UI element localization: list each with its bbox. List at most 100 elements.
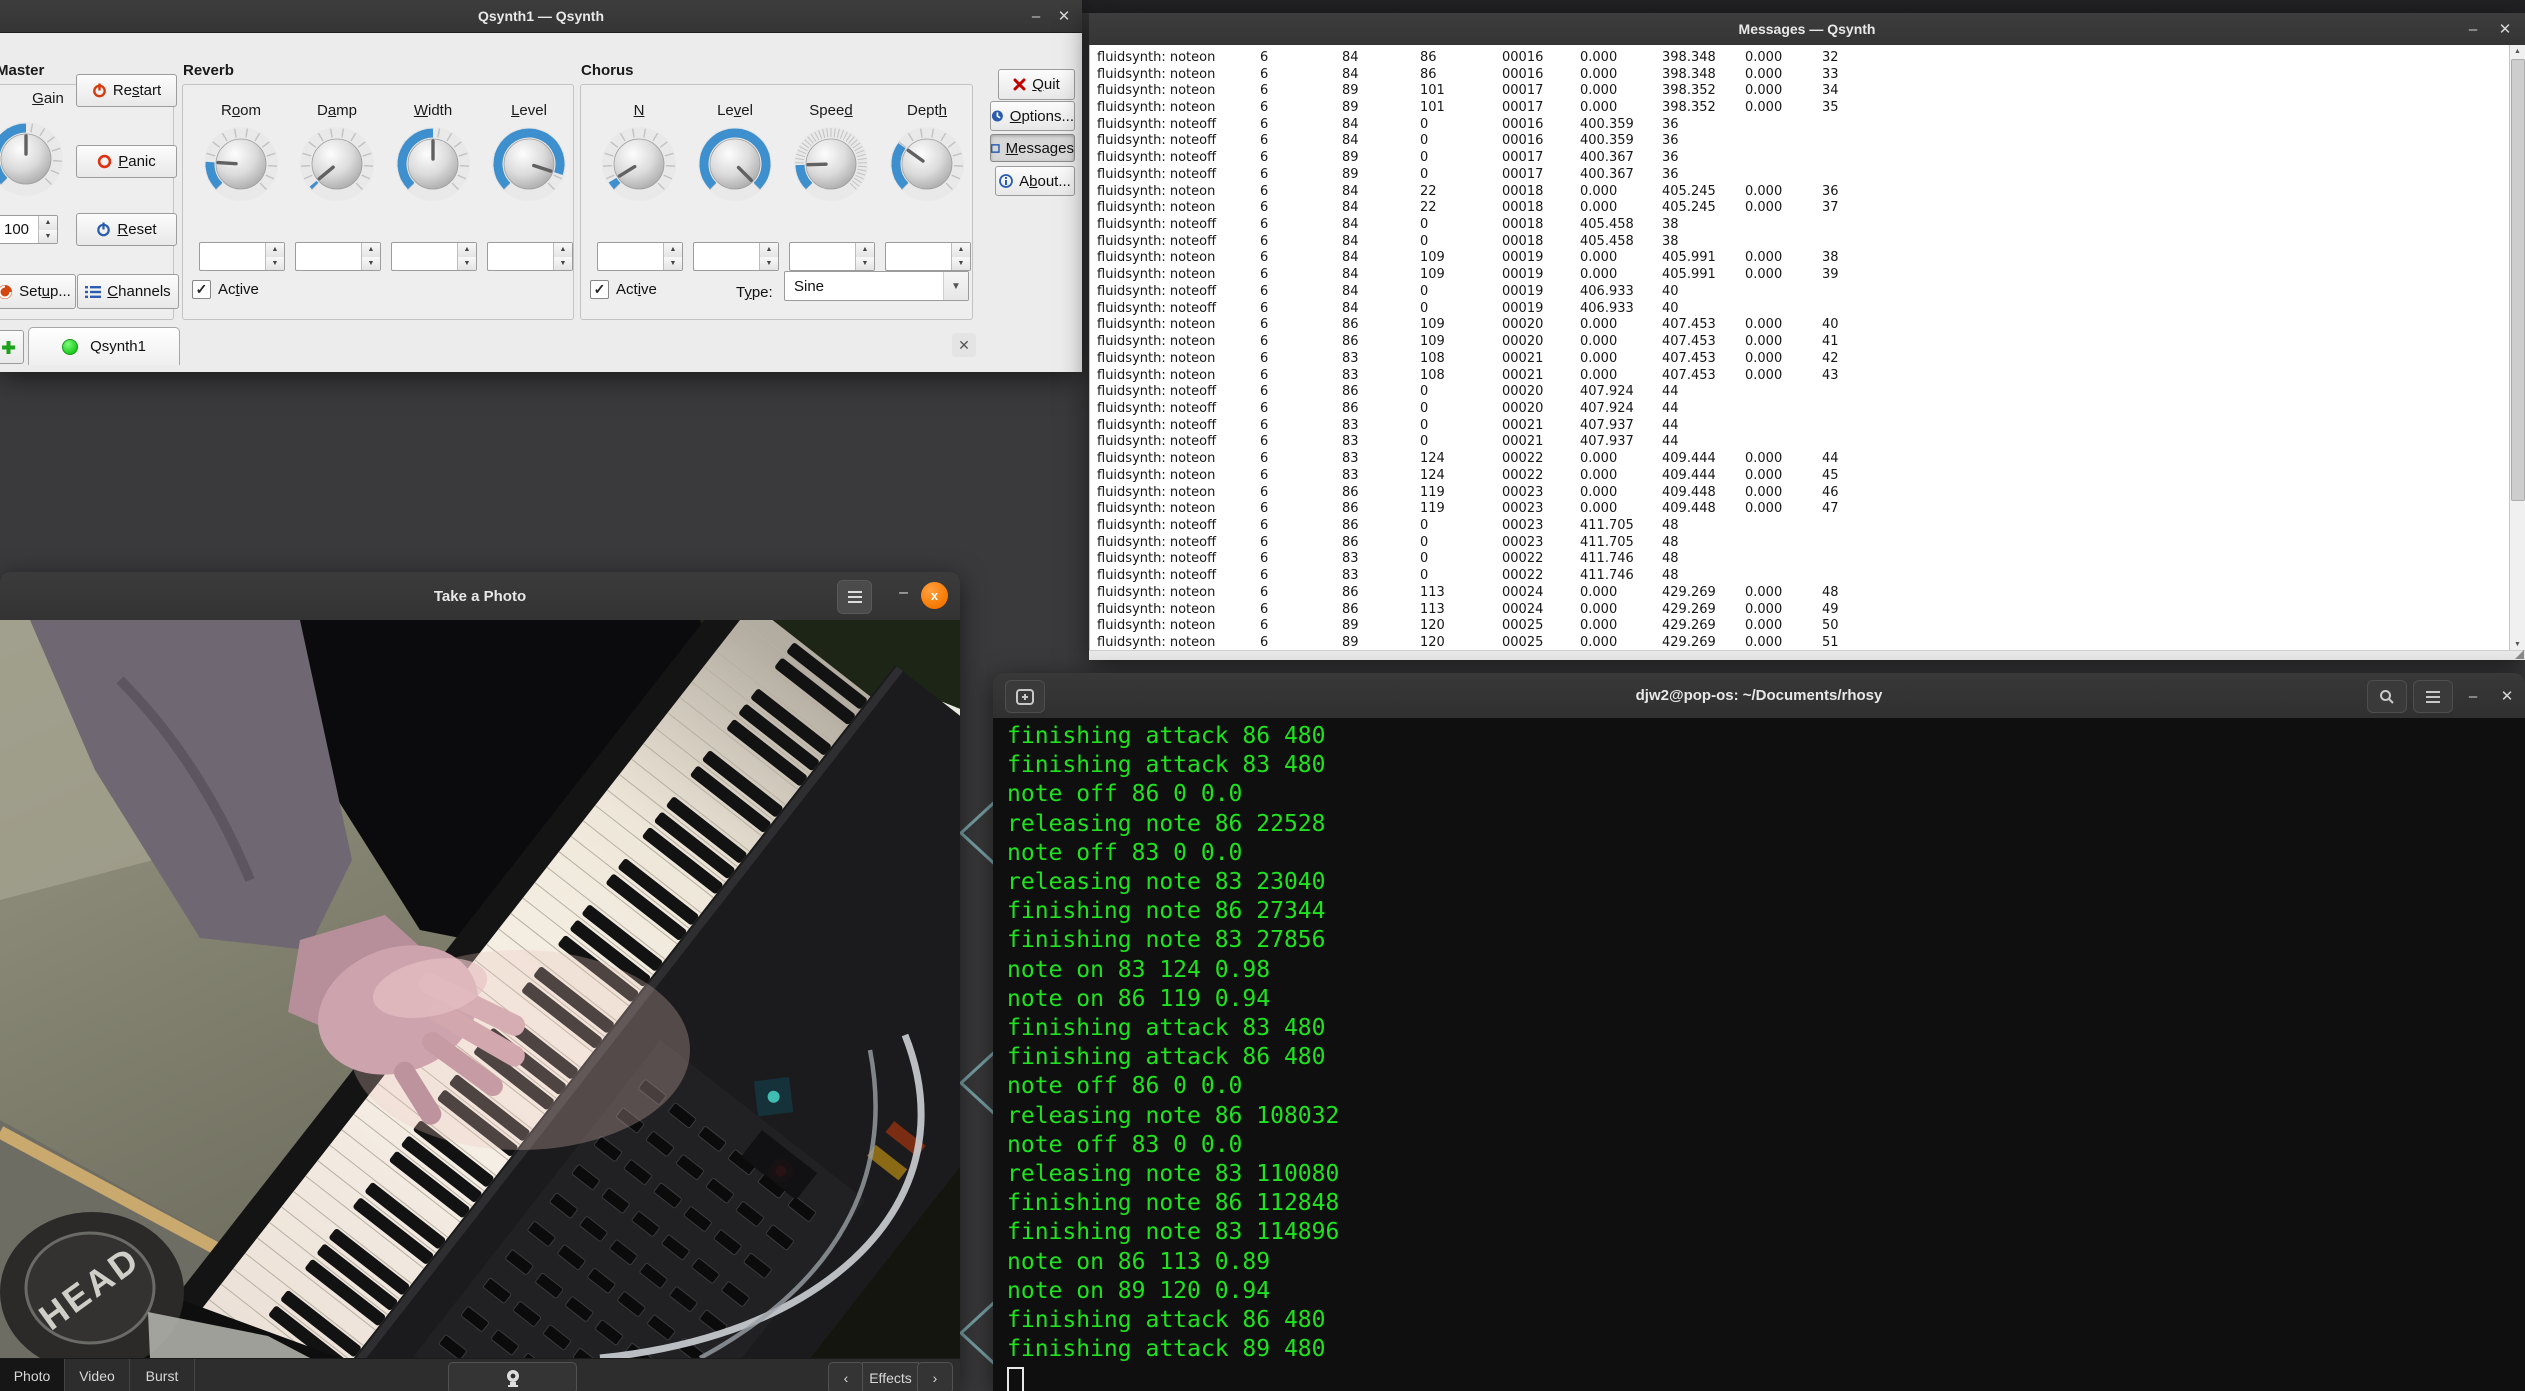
log-row: fluidsynth: noteon689120000250.000429.26… (1090, 634, 2510, 651)
gain-spinbox[interactable]: 100 ▲▼ (0, 215, 58, 244)
camera-titlebar[interactable]: Take a Photo (0, 572, 960, 621)
log-row: fluidsynth: noteon683108000210.000407.45… (1090, 350, 2510, 367)
scroll-up-arrow[interactable]: ▲ (2510, 45, 2525, 58)
messages-scrollbar[interactable]: ▲ ▼ (2509, 45, 2525, 651)
channels-icon (85, 285, 101, 299)
reset-button[interactable]: Reset (76, 213, 177, 246)
log-row: fluidsynth: noteoff684000019406.93340 (1090, 300, 2510, 317)
terminal-line: note on 83 124 0.98 (1007, 956, 2525, 985)
terminal-line: finishing attack 83 480 (1007, 1014, 2525, 1043)
minimize-button[interactable]: – (1024, 4, 1048, 28)
level-spinbox[interactable]: ▲▼ (487, 242, 573, 271)
terminal-line: finishing attack 86 480 (1007, 722, 2525, 751)
spin-arrows[interactable]: ▲▼ (361, 243, 380, 270)
terminal-window-title: djw2@pop-os: ~/Documents/rhosy (1636, 687, 1883, 704)
messages-log[interactable]: fluidsynth: noteon68486000160.000398.348… (1089, 45, 2510, 651)
about-button[interactable]: About... (995, 166, 1075, 196)
speed-knob[interactable] (793, 126, 869, 202)
channels-button[interactable]: Channels (77, 274, 179, 309)
knob-label: Speed (809, 102, 852, 126)
options-button[interactable]: Options... (990, 101, 1075, 131)
setup-button[interactable]: Setup... (0, 274, 76, 309)
width-spinbox[interactable]: ▲▼ (391, 242, 477, 271)
plus-icon (1, 340, 16, 355)
scrollbar-thumb[interactable] (2511, 59, 2525, 501)
hamburger-icon (2426, 691, 2440, 703)
knob-label: Level (717, 102, 753, 126)
messages-button[interactable]: Messages (990, 134, 1075, 162)
setup-icon (0, 284, 13, 300)
close-button[interactable]: x (921, 582, 948, 609)
qsynth-titlebar[interactable]: Qsynth1 — Qsynth – ✕ (0, 0, 1082, 33)
spin-arrows[interactable]: ▲▼ (553, 243, 572, 270)
messages-window-title: Messages — Qsynth (1739, 21, 1876, 37)
tab-video[interactable]: Video (65, 1359, 130, 1391)
level-spinbox[interactable]: ▲▼ (693, 242, 779, 271)
width-knob[interactable] (395, 126, 471, 202)
close-button[interactable]: ✕ (1052, 4, 1076, 28)
spin-arrows[interactable]: ▲▼ (759, 243, 778, 270)
chorus-section-label: Chorus (581, 62, 634, 79)
close-button[interactable]: ✕ (2495, 684, 2519, 708)
restart-button[interactable]: Restart (76, 74, 177, 107)
search-button[interactable] (2367, 680, 2407, 713)
menu-button[interactable] (2413, 680, 2453, 713)
knob-label: Depth (907, 102, 947, 126)
capture-button[interactable] (448, 1362, 577, 1391)
log-row: fluidsynth: noteoff684000016400.35936 (1090, 116, 2510, 133)
reverb-active-checkbox[interactable]: ✓ Active (192, 280, 259, 299)
quit-button[interactable]: Quit (998, 69, 1075, 100)
spin-arrows[interactable]: ▲▼ (265, 243, 284, 270)
close-button[interactable]: ✕ (2493, 17, 2517, 41)
speed-spinbox[interactable]: ▲▼ (789, 242, 875, 271)
depth-knob[interactable] (889, 126, 965, 202)
n-spinbox[interactable]: ▲▼ (597, 242, 683, 271)
spin-arrows[interactable]: ▲▼ (663, 243, 682, 270)
minimize-button[interactable]: – (899, 584, 908, 602)
chorus-type-dropdown[interactable]: Sine ▼ (784, 271, 969, 301)
gain-spin-arrows[interactable]: ▲▼ (38, 216, 57, 243)
new-tab-button[interactable] (1005, 680, 1045, 713)
add-engine-button[interactable] (0, 330, 24, 364)
camera-window-title: Take a Photo (434, 588, 526, 605)
engine-status-led (62, 339, 78, 355)
messages-statusbar (1089, 650, 2525, 660)
messages-window: Messages — Qsynth – ✕ fluidsynth: noteon… (1089, 13, 2525, 660)
tab-qsynth1[interactable]: Qsynth1 (28, 327, 180, 365)
resize-grip[interactable] (2515, 650, 2524, 659)
log-row: fluidsynth: noteoff686000020407.92444 (1090, 400, 2510, 417)
effects-next-button[interactable]: › (917, 1362, 953, 1391)
terminal-line: finishing attack 86 480 (1007, 1306, 2525, 1335)
tab-burst[interactable]: Burst (130, 1359, 195, 1391)
options-icon (991, 109, 1004, 123)
level-knob[interactable] (491, 126, 567, 202)
spin-arrows[interactable]: ▲▼ (951, 243, 970, 270)
damp-knob[interactable] (299, 126, 375, 202)
camera-window: Take a Photo – x (0, 572, 960, 1391)
room-knob-group: Room (196, 102, 286, 202)
tabbar-close-button[interactable]: ✕ (952, 333, 976, 357)
gain-knob[interactable] (0, 121, 64, 197)
panic-button[interactable]: Panic (76, 145, 177, 178)
n-knob[interactable] (601, 126, 677, 202)
minimize-button[interactable]: – (2461, 17, 2485, 41)
menu-button[interactable] (837, 580, 872, 614)
effects-button[interactable]: Effects (862, 1362, 919, 1391)
level-knob[interactable] (697, 126, 773, 202)
room-knob[interactable] (203, 126, 279, 202)
messages-titlebar[interactable]: Messages — Qsynth – ✕ (1089, 13, 2525, 46)
terminal-titlebar[interactable]: djw2@pop-os: ~/Documents/rhosy (993, 673, 2525, 719)
spin-arrows[interactable]: ▲▼ (855, 243, 874, 270)
log-row: fluidsynth: noteoff683000021407.93744 (1090, 417, 2510, 434)
spin-arrows[interactable]: ▲▼ (457, 243, 476, 270)
effects-prev-button[interactable]: ‹ (828, 1362, 864, 1391)
minimize-button[interactable]: – (2461, 684, 2485, 708)
room-spinbox[interactable]: ▲▼ (199, 242, 285, 271)
desktop: Qsynth1 — Qsynth – ✕ Master Gain 100 ▲▼ … (0, 0, 2525, 1391)
damp-spinbox[interactable]: ▲▼ (295, 242, 381, 271)
chorus-active-checkbox[interactable]: ✓ Active (590, 280, 657, 299)
tab-photo[interactable]: Photo (0, 1359, 65, 1391)
terminal-output[interactable]: finishing attack 86 480 finishing attack … (993, 718, 2525, 1391)
depth-spinbox[interactable]: ▲▼ (885, 242, 971, 271)
log-row: fluidsynth: noteoff684000018405.45838 (1090, 233, 2510, 250)
